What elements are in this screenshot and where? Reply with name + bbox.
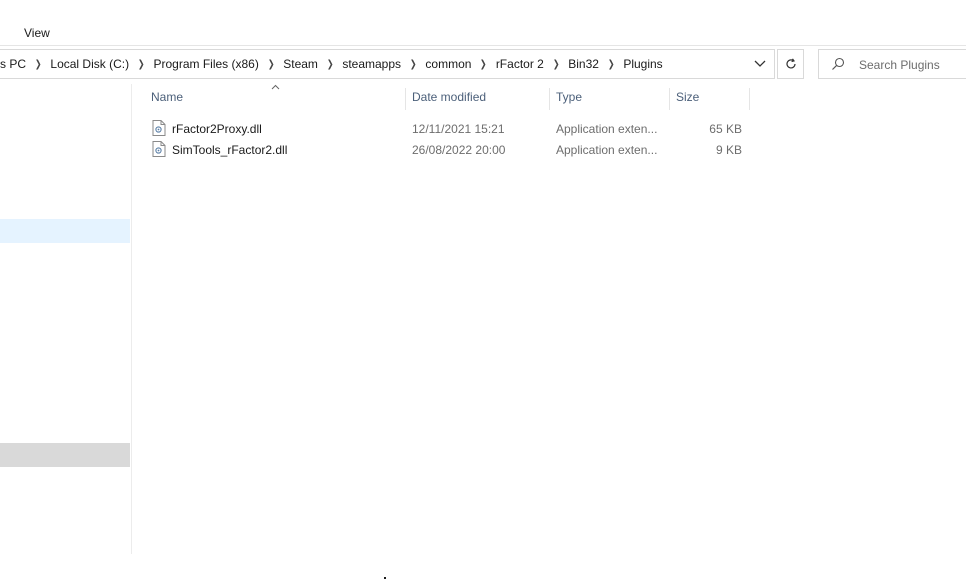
breadcrumb-bin32[interactable]: Bin32	[564, 57, 603, 71]
file-row[interactable]: SimTools_rFactor2.dll 26/08/2022 20:00 A…	[149, 139, 749, 160]
column-divider[interactable]	[549, 88, 550, 110]
breadcrumb-this-pc[interactable]: s PC	[0, 57, 30, 71]
breadcrumb-common[interactable]: common	[421, 57, 475, 71]
breadcrumb-program-files[interactable]: Program Files (x86)	[149, 57, 262, 71]
file-row[interactable]: rFactor2Proxy.dll 12/11/2021 15:21 Appli…	[149, 118, 749, 139]
column-divider[interactable]	[405, 88, 406, 110]
file-name[interactable]: rFactor2Proxy.dll	[172, 122, 262, 136]
column-divider[interactable]	[669, 88, 670, 110]
breadcrumb-steam[interactable]: Steam	[279, 57, 322, 71]
tab-view[interactable]: View	[24, 26, 50, 40]
chevron-right-icon[interactable]: ❯	[605, 59, 618, 70]
chevron-right-icon[interactable]: ❯	[407, 59, 420, 70]
address-bar[interactable]: s PC ❯ Local Disk (C:) ❯ Program Files (…	[0, 49, 775, 79]
ribbon: View	[0, 0, 966, 46]
file-type: Application exten...	[556, 143, 658, 157]
breadcrumb-local-disk[interactable]: Local Disk (C:)	[46, 57, 133, 71]
file-size: 9 KB	[715, 143, 742, 157]
nav-selected-item[interactable]	[0, 219, 130, 243]
sort-ascending-icon	[271, 84, 280, 90]
breadcrumb-plugins[interactable]: Plugins	[619, 57, 666, 71]
chevron-right-icon[interactable]: ❯	[477, 59, 490, 70]
dll-file-icon	[152, 120, 166, 136]
chevron-right-icon[interactable]: ❯	[32, 59, 45, 70]
breadcrumb-steamapps[interactable]: steamapps	[338, 57, 405, 71]
column-header-size[interactable]: Size	[676, 90, 699, 108]
refresh-button[interactable]	[777, 49, 804, 79]
file-date-modified: 12/11/2021 15:21	[412, 122, 505, 136]
file-list: Name Date modified Type Size rFactor2Pro…	[132, 84, 966, 583]
column-header-type[interactable]: Type	[556, 90, 582, 108]
file-size: 65 KB	[709, 122, 742, 136]
address-row: s PC ❯ Local Disk (C:) ❯ Program Files (…	[0, 46, 966, 84]
search-placeholder: Search Plugins	[859, 58, 940, 72]
chevron-right-icon[interactable]: ❯	[135, 59, 148, 70]
chevron-right-icon[interactable]: ❯	[264, 59, 277, 70]
breadcrumb-rfactor2[interactable]: rFactor 2	[492, 57, 548, 71]
file-type: Application exten...	[556, 122, 658, 136]
refresh-icon	[785, 58, 796, 69]
breadcrumb: s PC ❯ Local Disk (C:) ❯ Program Files (…	[0, 50, 745, 78]
chevron-right-icon[interactable]: ❯	[324, 59, 337, 70]
chevron-down-icon[interactable]	[752, 57, 768, 71]
cursor-artifact	[384, 577, 386, 579]
column-header-date[interactable]: Date modified	[412, 90, 486, 108]
search-icon	[832, 57, 845, 70]
nav-hover-item[interactable]	[0, 443, 130, 467]
file-name[interactable]: SimTools_rFactor2.dll	[172, 143, 287, 157]
navigation-pane[interactable]	[0, 84, 131, 583]
file-date-modified: 26/08/2022 20:00	[412, 143, 506, 157]
column-divider[interactable]	[749, 88, 750, 110]
chevron-right-icon[interactable]: ❯	[549, 59, 562, 70]
search-input[interactable]: Search Plugins	[818, 49, 966, 79]
column-header-name[interactable]: Name	[151, 90, 183, 108]
dll-file-icon	[152, 141, 166, 157]
